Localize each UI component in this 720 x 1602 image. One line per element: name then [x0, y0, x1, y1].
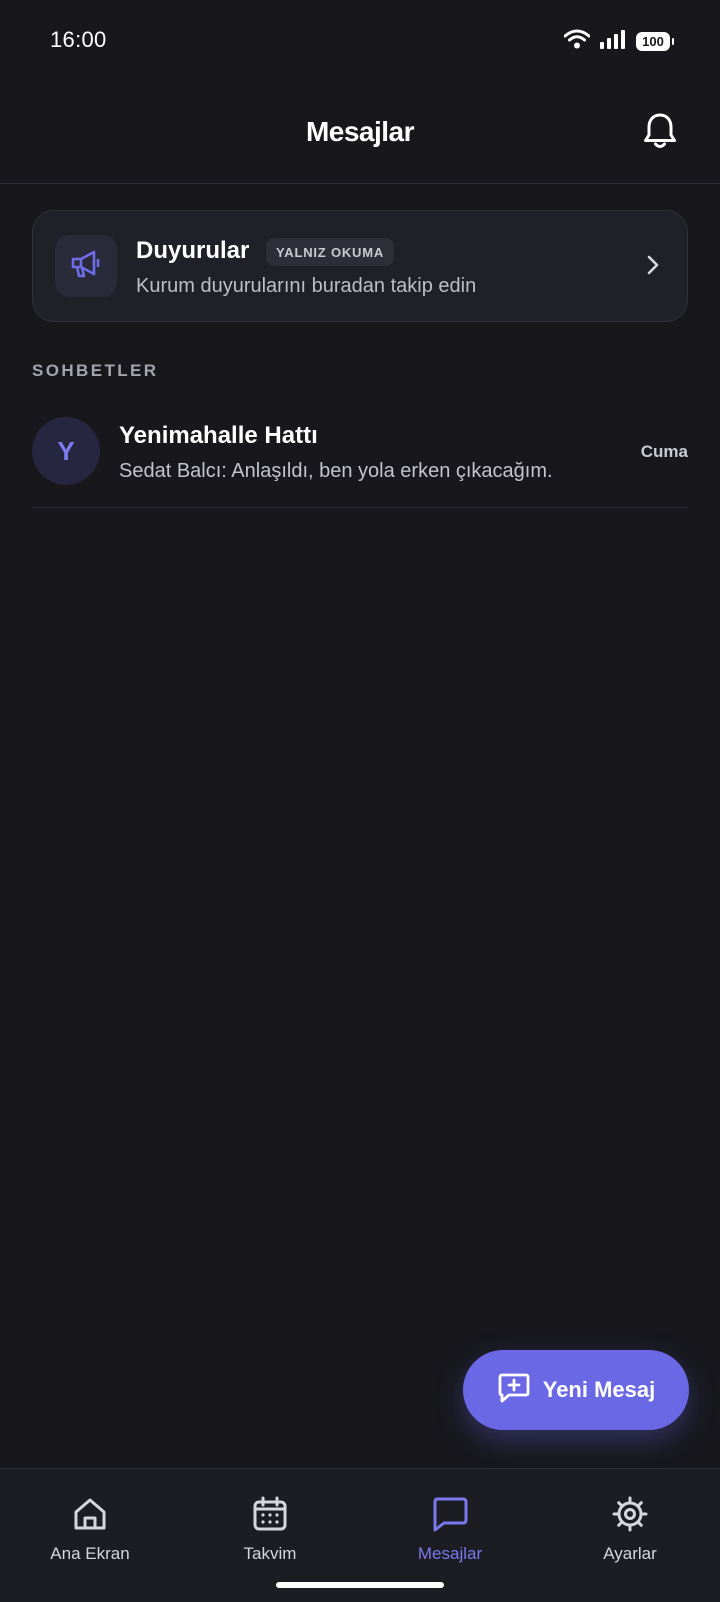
- chat-list-item[interactable]: Y Yenimahalle Hattı Sedat Balcı: Anlaşıl…: [32, 410, 688, 508]
- nav-item-settings[interactable]: Ayarlar: [560, 1495, 700, 1564]
- announcements-card[interactable]: Duyurular YALNIZ OKUMA Kurum duyuruların…: [32, 210, 688, 322]
- megaphone-icon: [69, 247, 103, 286]
- nav-item-messages[interactable]: Mesajlar: [380, 1495, 520, 1564]
- message-icon: [431, 1495, 469, 1538]
- nav-item-home[interactable]: Ana Ekran: [20, 1495, 160, 1564]
- read-only-badge: YALNIZ OKUMA: [266, 238, 395, 266]
- status-bar: 16:00 100: [0, 0, 720, 84]
- page-title: Mesajlar: [305, 116, 415, 147]
- bell-icon: [642, 112, 678, 155]
- chat-time: Cuma: [640, 442, 688, 461]
- battery-icon: 100: [636, 32, 674, 51]
- new-message-label: Yeni Mesaj: [542, 1377, 656, 1402]
- chat-name: Yenimahalle Hattı: [119, 422, 318, 449]
- header: Mesajlar: [0, 84, 720, 184]
- new-message-button[interactable]: Yeni Mesaj: [463, 1350, 689, 1430]
- announcement-subtitle: Kurum duyurularını buradan takip edin: [136, 275, 477, 297]
- notifications-button[interactable]: [638, 111, 682, 155]
- home-icon: [71, 1495, 109, 1538]
- avatar: Y: [32, 417, 100, 485]
- new-message-icon: [497, 1372, 531, 1409]
- status-icons: 100: [563, 29, 674, 54]
- home-indicator[interactable]: [276, 1582, 444, 1588]
- announcement-icon-box: [55, 235, 117, 297]
- gear-icon: [611, 1495, 649, 1538]
- calendar-icon: [251, 1495, 289, 1538]
- messages-screen: 16:00 100 Mesajlar Duyurular YALNIZ OKUM…: [0, 0, 720, 1602]
- nav-label-home: Ana Ekran: [50, 1544, 130, 1563]
- nav-label-settings: Ayarlar: [603, 1544, 657, 1563]
- section-label-chats: SOHBETLER: [32, 361, 159, 380]
- wifi-icon: [563, 29, 591, 54]
- nav-label-messages: Mesajlar: [417, 1544, 483, 1563]
- nav-label-calendar: Takvim: [243, 1544, 297, 1563]
- status-time: 16:00: [50, 27, 107, 52]
- chevron-right-icon: [645, 253, 661, 282]
- signal-icon: [600, 29, 626, 54]
- nav-item-calendar[interactable]: Takvim: [200, 1495, 340, 1564]
- announcement-title: Duyurular: [136, 237, 250, 264]
- chat-preview: Sedat Balcı: Anlaşıldı, ben yola erken ç…: [119, 460, 553, 482]
